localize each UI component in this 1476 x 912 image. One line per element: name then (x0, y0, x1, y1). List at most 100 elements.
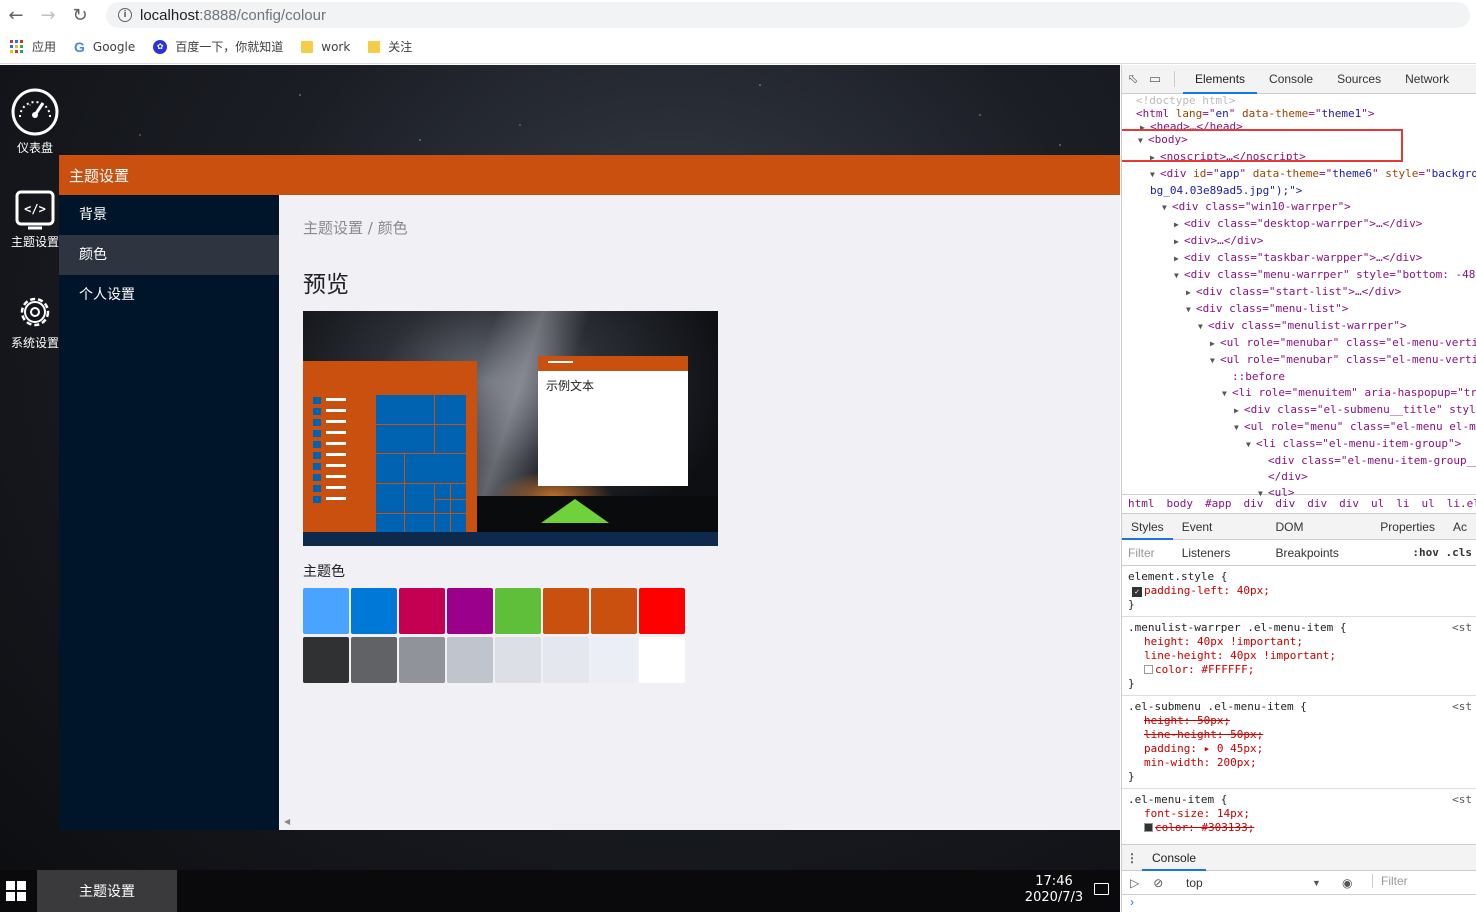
dom-node[interactable]: ▼ <li role="menuitem" aria-haspopup="tr (1122, 385, 1476, 402)
color-swatch[interactable] (495, 588, 541, 634)
theme-color-label: 主题色 (303, 564, 345, 580)
dom-node[interactable]: ▼ <ul> (1122, 485, 1476, 502)
console-filter-input[interactable]: Filter (1372, 874, 1408, 888)
color-swatch[interactable] (543, 588, 589, 634)
color-swatch[interactable] (495, 637, 541, 683)
dom-node[interactable]: </div> (1122, 469, 1476, 485)
console-prompt-icon[interactable]: › (1122, 895, 1476, 909)
notification-icon[interactable] (1094, 883, 1109, 895)
color-swatch[interactable] (399, 588, 445, 634)
drawer-tab-console[interactable]: Console (1142, 845, 1207, 871)
tab-sources[interactable]: Sources (1325, 65, 1393, 94)
color-swatch[interactable] (447, 637, 493, 683)
desktop-icon-theme[interactable]: </> 主题设置 (4, 189, 66, 250)
tab-elements[interactable]: Elements (1183, 65, 1258, 94)
device-toggle-icon[interactable]: ▭ (1144, 68, 1166, 90)
bookmark-work[interactable]: work (301, 40, 350, 54)
subtab-accessibility[interactable]: Ac (1444, 514, 1476, 540)
page-viewport: 仪表盘 </> 主题设置 系统设置 主题设置 背景 颜色 个人设置 主题设置 /… (0, 65, 1120, 912)
dom-node[interactable]: ▶ <div class="desktop-warrper">…</div> (1122, 216, 1476, 233)
color-swatch[interactable] (591, 637, 637, 683)
color-swatch[interactable] (303, 588, 349, 634)
dom-node[interactable]: ▼ <li class="el-menu-item-group"> (1122, 436, 1476, 453)
taskbar-item-theme[interactable]: 主题设置 (37, 870, 177, 912)
more-menu-icon[interactable]: ⋮ (1122, 851, 1142, 865)
devtools-tabs: ⬁ ▭ Elements Console Sources Network (1122, 65, 1476, 94)
bookmark-follow[interactable]: 关注 (368, 38, 412, 55)
taskbar-clock[interactable]: 17:46 2020/7/3 (1020, 874, 1088, 906)
style-rule-element[interactable]: element.style { ✓ padding-left: 40px; } (1122, 566, 1476, 617)
back-arrow-icon[interactable]: ← (0, 0, 32, 30)
dom-node[interactable]: <div class="el-menu-item-group__ (1122, 453, 1476, 469)
subtab-dom-breakpoints[interactable]: DOM Breakpoints (1267, 514, 1372, 560)
dom-node[interactable]: <!doctype html> (1122, 96, 1476, 106)
bookmark-apps[interactable]: 应用 (10, 38, 56, 55)
tab-console[interactable]: Console (1257, 65, 1325, 94)
dom-node[interactable]: ▶ <div class="start-list">…</div> (1122, 284, 1476, 301)
forward-arrow-icon[interactable]: → (32, 0, 64, 30)
subtab-styles[interactable]: Styles (1122, 514, 1173, 540)
color-swatch[interactable] (639, 588, 685, 634)
hov-cls-toggles[interactable]: :hov .cls (1412, 546, 1472, 559)
dom-node[interactable]: ▼ <ul role="menu" class="el-menu el-me (1122, 419, 1476, 436)
checkbox-icon[interactable]: ✓ (1132, 587, 1142, 597)
dom-node-app[interactable]: ▼ <div id="app" data-theme="theme6" style… (1122, 166, 1476, 183)
color-swatch-icon[interactable] (1144, 665, 1153, 674)
dom-node-html[interactable]: <html lang="en" data-theme="theme1"> (1122, 106, 1476, 122)
style-rule-menulist[interactable]: .menulist-warrper .el-menu-item { <st he… (1122, 617, 1476, 696)
context-selector[interactable]: top (1186, 876, 1203, 890)
code-icon: </> (15, 190, 55, 230)
style-rule-submenu[interactable]: .el-submenu .el-menu-item { <st height: … (1122, 696, 1476, 789)
dom-node[interactable]: ▼ <div class="win10-warrper"> (1122, 199, 1476, 216)
color-swatch[interactable] (591, 588, 637, 634)
clear-console-icon[interactable]: ⊘ (1153, 876, 1163, 890)
dropdown-caret-icon[interactable]: ▼ (1312, 878, 1321, 888)
styles-filter-input[interactable]: Filter :hov .cls (1122, 540, 1476, 566)
console-drawer-header: ⋮ Console (1122, 845, 1476, 871)
console-drawer: ⋮ Console ▷ ⊘ top ▼ ◉ Filter › (1122, 844, 1476, 912)
reload-icon[interactable]: ↻ (64, 0, 96, 30)
color-swatch[interactable] (351, 637, 397, 683)
info-icon[interactable]: i (118, 8, 132, 22)
color-swatch[interactable] (351, 588, 397, 634)
desktop-icon-dashboard[interactable]: 仪表盘 (4, 87, 66, 156)
eye-icon[interactable]: ◉ (1342, 876, 1352, 890)
color-swatch[interactable] (543, 637, 589, 683)
address-bar[interactable]: i localhost:8888/config/colour (106, 2, 1470, 28)
dom-node[interactable]: ▶ <ul role="menubar" class="el-menu-verti (1122, 335, 1476, 352)
preview-taskbar (303, 532, 718, 546)
color-swatch[interactable] (303, 637, 349, 683)
sidebar-toggle-icon[interactable]: ▷ (1130, 876, 1139, 890)
desktop-icon-system[interactable]: 系统设置 (4, 292, 66, 351)
dom-node[interactable]: ▶ <div class="el-submenu__title" styl (1122, 402, 1476, 419)
tab-network[interactable]: Network (1393, 65, 1461, 94)
annotation-highlight-box (1122, 129, 1403, 162)
dom-node[interactable]: ▼ <div class="menu-warrper" style="bottom… (1122, 267, 1476, 284)
sidebar-item-background[interactable]: 背景 (59, 195, 279, 235)
dom-node[interactable]: ▶ <div>…</div> (1122, 233, 1476, 250)
dom-node[interactable]: ▼ <ul role="menubar" class="el-menu-verti (1122, 352, 1476, 369)
color-swatch[interactable] (639, 637, 685, 683)
dom-node[interactable]: ▼ <div class="menulist-warrper"> (1122, 318, 1476, 335)
window-title[interactable]: 主题设置 (59, 155, 1120, 195)
inspect-element-icon[interactable]: ⬁ (1122, 68, 1144, 90)
sidebar-item-color[interactable]: 颜色 (59, 235, 279, 275)
dom-node-app-cont: bg_04.03e89ad5.jpg");"> (1150, 184, 1303, 197)
bookmark-baidu[interactable]: ✿ 百度一下，你就知道 (153, 38, 283, 55)
dom-node[interactable]: ▶ <div class="taskbar-warpper">…</div> (1122, 250, 1476, 267)
bookmark-google[interactable]: G Google (74, 39, 135, 55)
color-swatch[interactable] (399, 637, 445, 683)
dom-node[interactable]: ▼ <div class="menu-list"> (1122, 301, 1476, 318)
subtab-event-listeners[interactable]: Event Listeners (1173, 514, 1267, 560)
settings-sidebar: 背景 颜色 个人设置 (59, 195, 279, 830)
toolbar-divider (1174, 71, 1175, 87)
baidu-paw-icon: ✿ (153, 39, 168, 54)
scroll-left-arrow-icon[interactable]: ◀ (284, 817, 290, 826)
sidebar-item-personal[interactable]: 个人设置 (59, 275, 279, 315)
subtab-properties[interactable]: Properties (1371, 514, 1444, 540)
dom-node-pseudo[interactable]: ::before (1122, 369, 1476, 385)
windows-start-icon[interactable] (6, 881, 26, 901)
color-swatch-icon[interactable] (1144, 823, 1153, 832)
color-swatch[interactable] (447, 588, 493, 634)
style-rule-menu-item[interactable]: .el-menu-item { <st font-size: 14px; col… (1122, 789, 1476, 839)
